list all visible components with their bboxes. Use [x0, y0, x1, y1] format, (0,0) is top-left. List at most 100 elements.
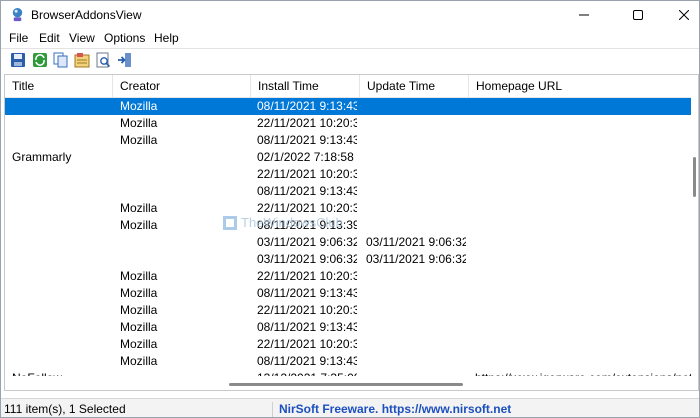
cell-homepage-url: [475, 183, 691, 200]
cell-title: [12, 217, 112, 234]
cell-homepage-url: https://www.igorware.com/extensions/nof: [475, 370, 691, 376]
cell-homepage-url: [475, 353, 691, 370]
app-icon: [12, 7, 23, 22]
properties-icon[interactable]: [74, 52, 90, 68]
table-row[interactable]: 08/11/2021 9:13:43...: [5, 183, 691, 200]
watermark-logo-icon: [223, 215, 237, 230]
maximize-button[interactable]: [615, 1, 661, 29]
maximize-icon: [633, 10, 643, 20]
cell-install-time: 08/11/2021 9:13:43...: [257, 354, 357, 368]
cell-homepage-url: [475, 149, 691, 166]
menu-options[interactable]: Options: [104, 31, 145, 45]
table-row[interactable]: Mozilla22/11/2021 10:20:3...: [5, 302, 691, 319]
table-row[interactable]: Mozilla08/11/2021 9:13:39...: [5, 217, 691, 234]
table-row[interactable]: 22/11/2021 10:20:3...: [5, 166, 691, 183]
table-row[interactable]: Mozilla 08/11/2021 9:13:43...: [5, 353, 691, 370]
cell-title: [12, 302, 112, 319]
cell-homepage-url: [475, 200, 691, 217]
cell-homepage-url: [475, 319, 691, 336]
horizontal-scrollbar[interactable]: [5, 378, 698, 390]
column-header-install-time[interactable]: Install Time: [251, 75, 360, 97]
cell-install-time: 22/11/2021 10:20:3...: [257, 167, 357, 181]
cell-update-time: [366, 370, 466, 376]
menu-bar: File Edit View Options Help: [1, 29, 699, 47]
refresh-icon[interactable]: [32, 52, 48, 68]
table-row[interactable]: Grammarly 02/1/2022 7:18:58 ...: [5, 149, 691, 166]
cell-install-time: 22/11/2021 10:20:3...: [257, 303, 357, 317]
column-header-update-time[interactable]: Update Time: [360, 75, 469, 97]
cell-creator: Mozilla: [120, 354, 158, 368]
table-row[interactable]: Mozilla 08/11/2021 9:13:43...: [5, 285, 691, 302]
table-row[interactable]: 03/11/2021 9:06:32... 03/11/2021 9:06:32.…: [5, 251, 691, 268]
table-row[interactable]: NoFollow 13/12/2021 7:35:08... https://www…: [5, 370, 691, 376]
table-row[interactable]: Mozilla 08/11/2021 9:13:43...: [5, 132, 691, 149]
menu-file[interactable]: File: [9, 31, 28, 45]
cell-install-time: 08/11/2021 9:13:43...: [257, 286, 357, 300]
vertical-scrollbar[interactable]: [691, 75, 698, 376]
cell-install-time: 22/11/2021 10:20:3...: [257, 116, 357, 130]
cell-creator: [120, 166, 248, 183]
cell-homepage-url: [475, 166, 691, 183]
copy-icon[interactable]: [53, 52, 69, 68]
menu-help[interactable]: Help: [154, 31, 179, 45]
cell-homepage-url: [475, 268, 691, 285]
cell-title: [12, 336, 112, 353]
cell-title: [12, 115, 112, 132]
column-header-homepage-url[interactable]: Homepage URL: [469, 75, 691, 97]
list-rows: Mozilla 08/11/2021 9:13:43... Mozilla 22/11…: [5, 98, 691, 376]
cell-title: [12, 319, 112, 336]
window-title: BrowserAddonsView: [31, 8, 142, 22]
cell-update-time: [366, 336, 466, 353]
cell-update-time: [366, 183, 466, 200]
vertical-scroll-thumb[interactable]: [693, 157, 696, 197]
toolbar: [1, 48, 699, 73]
cell-update-time: [366, 115, 466, 132]
cell-homepage-url: [475, 302, 691, 319]
table-row[interactable]: Mozilla 08/11/2021 9:13:43...: [5, 319, 691, 336]
cell-update-time: [366, 149, 466, 166]
addons-list-view[interactable]: Title Creator Install Time Update Time H…: [4, 74, 699, 391]
minimize-button[interactable]: [561, 1, 607, 29]
cell-creator: [120, 149, 248, 166]
cell-title: [12, 183, 112, 200]
cell-install-time: 08/11/2021 9:13:43...: [257, 133, 357, 147]
cell-creator: Mozilla: [120, 320, 158, 334]
html-report-icon[interactable]: [95, 52, 111, 68]
cell-update-time: [366, 217, 466, 234]
column-header-creator[interactable]: Creator: [113, 75, 251, 97]
watermark: TheWindowsClub: [223, 215, 343, 230]
menu-view[interactable]: View: [69, 31, 95, 45]
cell-title: [12, 251, 112, 268]
cell-update-time: [366, 132, 466, 149]
cell-update-time: [366, 285, 466, 302]
status-nirsoft-link[interactable]: NirSoft Freeware. https://www.nirsoft.ne…: [279, 402, 511, 416]
cell-title: [12, 98, 112, 115]
cell-update-time: 03/11/2021 9:06:32...: [366, 235, 466, 249]
cell-install-time: 22/11/2021 10:20:3...: [257, 337, 357, 351]
table-row[interactable]: Mozilla 08/11/2021 9:13:43...: [5, 98, 691, 115]
list-header: Title Creator Install Time Update Time H…: [5, 75, 691, 98]
table-row[interactable]: Mozilla22/11/2021 10:20:3...: [5, 200, 691, 217]
cell-creator: Mozilla: [120, 269, 158, 283]
table-row[interactable]: 03/11/2021 9:06:32... 03/11/2021 9:06:32.…: [5, 234, 691, 251]
cell-title: [12, 353, 112, 370]
cell-update-time: [366, 353, 466, 370]
close-button[interactable]: [661, 1, 699, 29]
table-row[interactable]: Mozilla22/11/2021 10:20:3...: [5, 115, 691, 132]
exit-icon[interactable]: [117, 52, 133, 68]
cell-creator: Mozilla: [120, 337, 158, 351]
horizontal-scroll-thumb[interactable]: [229, 383, 463, 386]
cell-creator: Mozilla: [120, 133, 158, 147]
cell-homepage-url: [475, 336, 691, 353]
table-row[interactable]: Mozilla 22/11/2021 10:20:3...: [5, 336, 691, 353]
cell-update-time: [366, 98, 466, 115]
table-row[interactable]: Mozilla22/11/2021 10:20:3...: [5, 268, 691, 285]
menu-edit[interactable]: Edit: [39, 31, 60, 45]
cell-install-time: 08/11/2021 9:13:43...: [257, 184, 357, 198]
column-header-title[interactable]: Title: [5, 75, 113, 97]
minimize-icon: [579, 14, 589, 16]
close-icon: [679, 10, 689, 20]
cell-creator: [120, 183, 248, 200]
save-icon[interactable]: [10, 52, 26, 68]
cell-title: [12, 132, 112, 149]
